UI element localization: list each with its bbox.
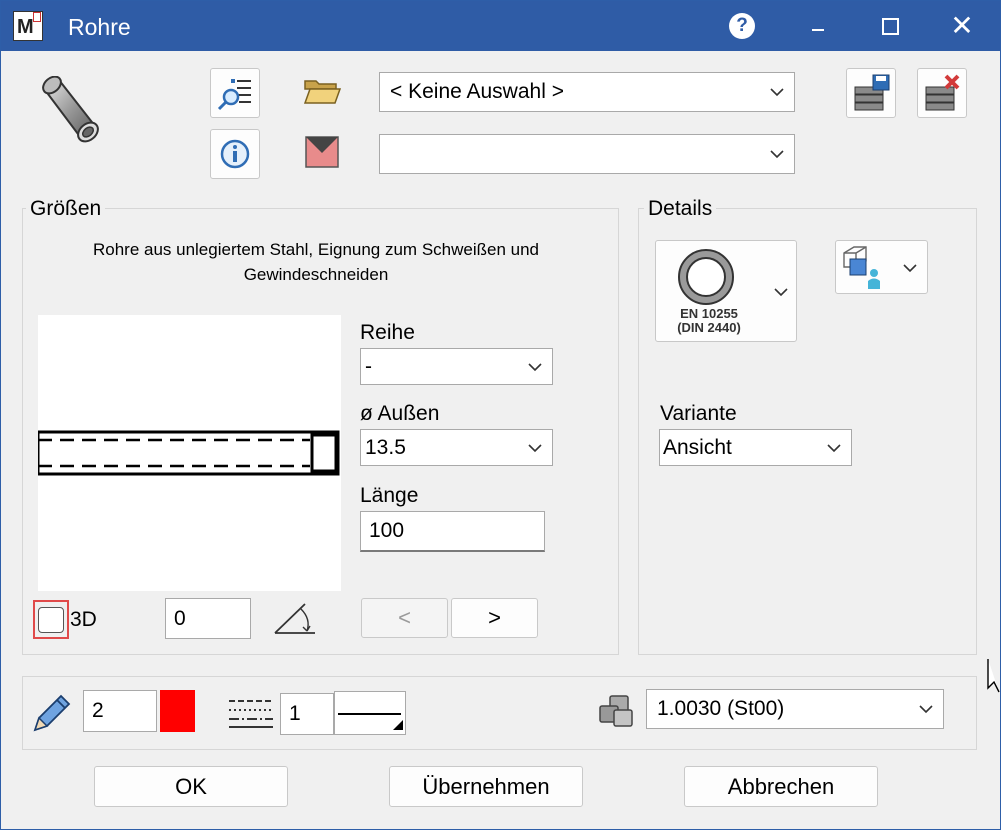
window-title: Rohre bbox=[68, 14, 131, 40]
info-icon bbox=[220, 139, 250, 169]
list-search-button[interactable] bbox=[210, 68, 260, 118]
details-group-label: Details bbox=[644, 197, 717, 221]
dialog-window: M Rohre ? ✕ < Keine Auswahl > Größen Roh… bbox=[0, 0, 1001, 830]
laenge-label: Länge bbox=[360, 484, 419, 507]
chevron-down-icon bbox=[770, 88, 784, 97]
minimize-icon bbox=[812, 29, 824, 31]
variante-label: Variante bbox=[660, 402, 737, 425]
pipe-icon bbox=[37, 75, 103, 153]
norm-line2: (DIN 2440) bbox=[677, 320, 741, 335]
pen-icon bbox=[29, 692, 73, 739]
next-button[interactable]: > bbox=[451, 598, 538, 638]
title-bar: M Rohre ? ✕ bbox=[1, 1, 1000, 51]
variante-value: Ansicht bbox=[663, 435, 732, 459]
aussen-label: ø Außen bbox=[360, 402, 440, 425]
checkbox-3d-label: 3D bbox=[70, 608, 97, 631]
variante-combo[interactable]: Ansicht bbox=[659, 429, 852, 466]
chevron-down-icon bbox=[774, 288, 788, 297]
reihe-value: - bbox=[365, 354, 372, 378]
aussen-combo[interactable]: 13.5 bbox=[360, 429, 553, 466]
sizes-group-label: Größen bbox=[26, 197, 106, 221]
checkbox-3d[interactable] bbox=[38, 607, 64, 633]
chevron-down-icon bbox=[770, 150, 784, 159]
cube-person-icon bbox=[843, 246, 880, 289]
reihe-label: Reihe bbox=[360, 321, 415, 344]
minimize-button[interactable] bbox=[783, 1, 853, 51]
angle-icon bbox=[273, 601, 319, 642]
maximize-button[interactable] bbox=[855, 1, 925, 51]
line-style-selector[interactable] bbox=[334, 691, 406, 735]
material-value: 1.0030 (St00) bbox=[657, 697, 785, 720]
delete-database-button[interactable] bbox=[917, 68, 967, 118]
pipe-preview bbox=[36, 315, 341, 591]
app-icon-letter: M bbox=[17, 16, 34, 38]
maximize-icon bbox=[881, 17, 899, 35]
cancel-button[interactable]: Abbrechen bbox=[684, 766, 878, 807]
chevron-down-icon bbox=[528, 443, 542, 452]
apply-button[interactable]: Übernehmen bbox=[389, 766, 583, 807]
chevron-down-icon bbox=[827, 443, 841, 452]
list-search-icon bbox=[217, 79, 251, 111]
selection-combo[interactable]: < Keine Auswahl > bbox=[379, 72, 795, 112]
ok-button[interactable]: OK bbox=[94, 766, 288, 807]
folder-icon[interactable] bbox=[302, 75, 342, 112]
norm-selector-button[interactable]: EN 10255 (DIN 2440) bbox=[655, 240, 797, 342]
info-button[interactable] bbox=[210, 129, 260, 179]
material-icon bbox=[598, 694, 638, 735]
sizes-description: Rohre aus unlegiertem Stahl, Eignung zum… bbox=[92, 240, 540, 284]
pen-width-input[interactable]: 2 bbox=[83, 690, 157, 732]
angle-input[interactable]: 0 bbox=[165, 598, 251, 639]
previous-button[interactable]: < bbox=[361, 598, 448, 638]
line-style-preview-icon bbox=[338, 713, 403, 730]
line-type-input[interactable]: 1 bbox=[280, 693, 334, 735]
second-combo[interactable] bbox=[379, 134, 795, 174]
mouse-cursor-icon bbox=[987, 658, 1001, 699]
help-button[interactable]: ? bbox=[707, 1, 777, 51]
ring-icon bbox=[675, 246, 737, 313]
database-save-icon bbox=[854, 74, 890, 111]
material-combo[interactable]: 1.0030 (St00) bbox=[646, 689, 944, 729]
color-swatch-icon[interactable] bbox=[305, 136, 339, 173]
close-button[interactable]: ✕ bbox=[927, 1, 997, 51]
chevron-down-icon bbox=[903, 264, 917, 273]
save-database-button[interactable] bbox=[846, 68, 896, 118]
chevron-down-icon bbox=[919, 705, 933, 714]
pen-color-swatch[interactable] bbox=[160, 690, 195, 732]
app-icon-badge bbox=[33, 12, 41, 22]
close-icon: ✕ bbox=[950, 10, 974, 41]
norm-line1: EN 10255 bbox=[680, 306, 738, 321]
laenge-input[interactable]: 100 bbox=[360, 511, 545, 552]
reihe-combo[interactable]: - bbox=[360, 348, 553, 385]
help-icon: ? bbox=[729, 13, 755, 39]
view-mode-button[interactable] bbox=[835, 240, 928, 294]
line-style-icon bbox=[229, 695, 273, 734]
aussen-value: 13.5 bbox=[365, 435, 406, 459]
database-delete-icon bbox=[925, 74, 960, 111]
selection-combo-value: < Keine Auswahl > bbox=[390, 80, 564, 103]
app-icon: M bbox=[13, 11, 43, 41]
chevron-down-icon bbox=[528, 362, 542, 371]
